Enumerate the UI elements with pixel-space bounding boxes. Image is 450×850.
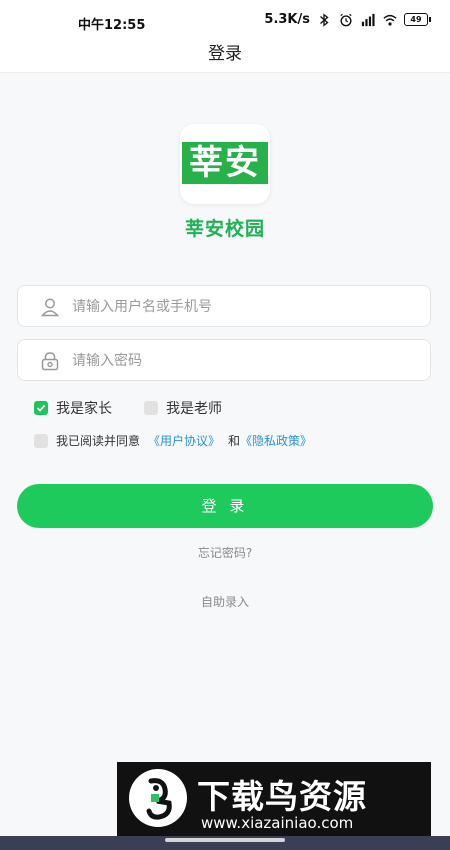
app-name: 莘安校园 [184,218,265,240]
username-field[interactable] [17,285,431,327]
parent-checkbox[interactable] [34,401,48,415]
nav-bar: 登录 [0,40,450,73]
username-input[interactable] [70,295,414,319]
watermark-bird-icon [129,769,187,827]
watermark: 下载鸟资源 www.xiazainiao.com [117,762,431,836]
app-logo-text: 莘安 [182,142,268,184]
status-time: 中午12:55 [78,18,146,33]
role-teacher-label: 我是老师 [166,401,222,417]
teacher-checkbox[interactable] [144,401,158,415]
role-parent-label: 我是家长 [56,401,112,417]
watermark-title: 下载鸟资源 [197,777,367,816]
privacy-policy-link[interactable]: 《隐私政策》 [240,432,312,449]
role-teacher-option[interactable]: 我是老师 [144,398,222,418]
user-agreement-link[interactable]: 《用户协议》 [148,432,220,449]
user-icon [40,298,60,317]
password-input[interactable] [70,349,414,373]
wifi-icon [383,14,397,26]
status-bar: 中午12:55 5.3K/s 49 [0,0,450,40]
signal-icon [361,13,375,26]
agreement-checkbox[interactable] [34,433,48,448]
status-icons: 5.3K/s 49 [264,12,431,27]
forgot-password-link[interactable]: 忘记密码? [0,544,450,561]
network-speed: 5.3K/s [264,12,310,27]
agreement-conjunction: 和 [228,434,241,448]
home-indicator[interactable] [165,838,285,842]
lock-icon [41,352,59,371]
app-logo: 莘安 [180,124,270,204]
login-button[interactable]: 登 录 [17,484,433,528]
bluetooth-icon [320,12,329,27]
watermark-url: www.xiazainiao.com [201,814,354,832]
role-parent-option[interactable]: 我是家长 [34,398,112,418]
self-entry-link[interactable]: 自助录入 [0,593,450,610]
alarm-icon [340,13,352,26]
check-icon [36,404,46,412]
password-field[interactable] [17,339,431,381]
page-title: 登录 [208,44,242,64]
agreement-text: 我已阅读并同意 [56,434,141,448]
battery-icon: 49 [404,13,431,26]
agreement-row: 我已阅读并同意 《用户协议》 和 《隐私政策》 [34,432,312,449]
